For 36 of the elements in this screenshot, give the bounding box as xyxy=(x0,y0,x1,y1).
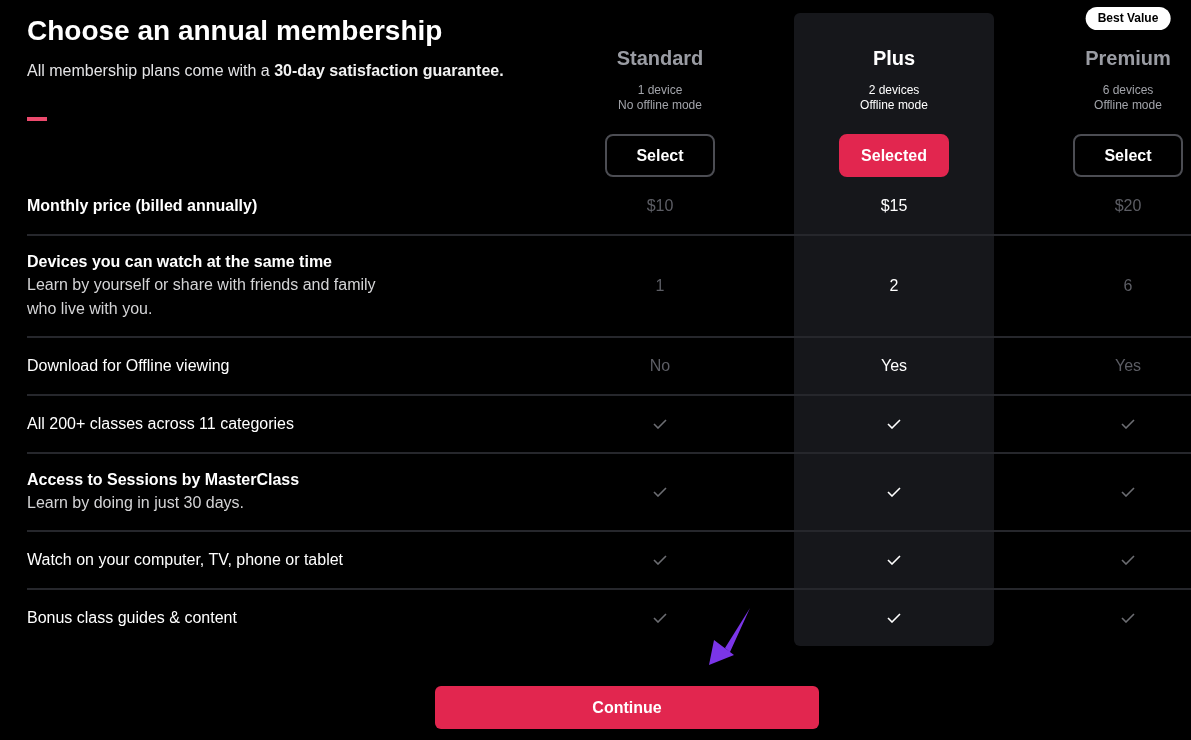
feature-label: Bonus class guides & content xyxy=(27,608,237,628)
plan-name: Plus xyxy=(872,46,916,70)
plan-value: Yes xyxy=(880,356,908,376)
plan-devices: 2 devices xyxy=(868,83,920,98)
plan-offline-mode: Offline mode xyxy=(860,98,928,113)
plan-devices: 6 devices xyxy=(1102,83,1154,98)
feature-description: Learn by doing in just 30 days. xyxy=(27,493,245,513)
plan-devices: 1 device xyxy=(637,83,683,98)
feature-description: Learn by yourself or share with friends and family who live with you. xyxy=(27,275,377,319)
plan-value: No xyxy=(649,356,671,376)
subtitle: All membership plans come with a 30-day satisfaction guarantee. xyxy=(27,61,504,81)
plan-value: 6 xyxy=(1123,276,1133,296)
select-plan-button[interactable]: Selected xyxy=(839,134,949,177)
feature-label: Watch on your computer, TV, phone or tablet xyxy=(27,550,344,570)
arrow-icon xyxy=(706,607,752,667)
feature-label: Download for Offline viewing xyxy=(27,356,230,376)
plan-value: $10 xyxy=(646,196,674,216)
feature-label: Devices you can watch at the same time xyxy=(27,252,332,272)
feature-label: All 200+ classes across 11 categories xyxy=(27,414,294,434)
plan-badge: Best Value xyxy=(1085,7,1171,30)
feature-label: Access to Sessions by MasterClass xyxy=(27,470,300,490)
plan-name: Premium xyxy=(1085,46,1171,70)
plan-value: $15 xyxy=(880,196,908,216)
plan-value: Yes xyxy=(1114,356,1142,376)
continue-button[interactable]: Continue xyxy=(435,686,819,729)
plan-offline-mode: No offline mode xyxy=(618,98,702,113)
accent-bar xyxy=(27,117,47,121)
feature-label: Monthly price (billed annually) xyxy=(27,196,258,216)
plan-value: 2 xyxy=(889,276,899,296)
select-plan-button[interactable]: Select xyxy=(605,134,715,177)
page-title: Choose an annual membership xyxy=(27,14,443,48)
plan-name: Standard xyxy=(616,46,704,70)
select-plan-button[interactable]: Select xyxy=(1073,134,1183,177)
plan-value: $20 xyxy=(1114,196,1142,216)
plan-value: 1 xyxy=(655,276,665,296)
plan-offline-mode: Offline mode xyxy=(1094,98,1162,113)
